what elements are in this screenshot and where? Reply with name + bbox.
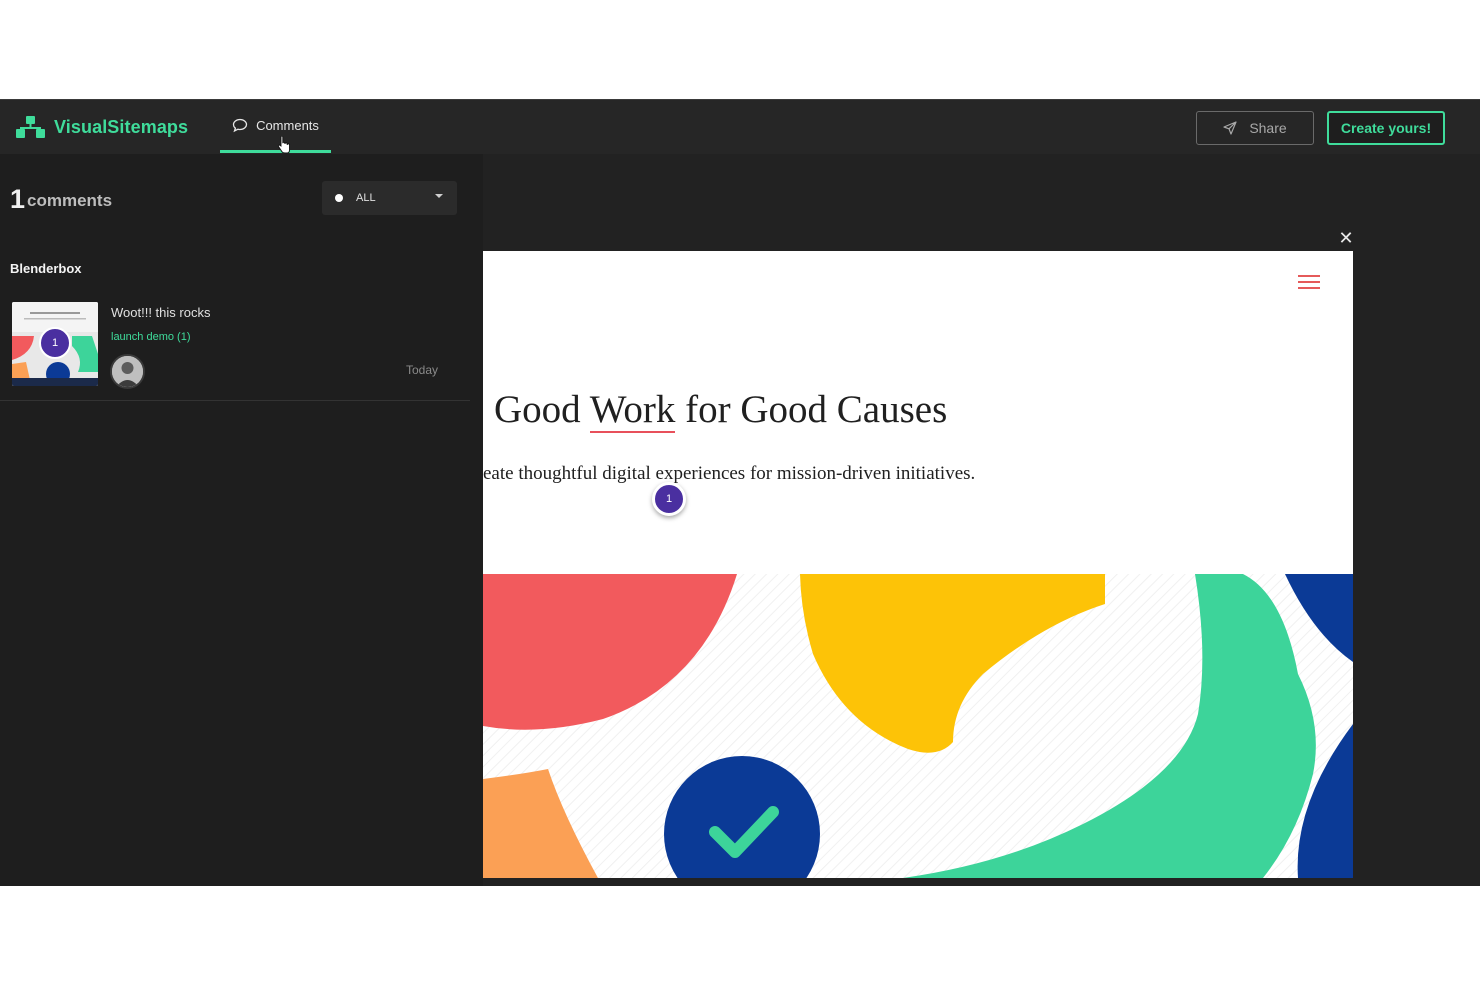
comment-text: Woot!!! this rocks bbox=[111, 305, 211, 320]
hero-illustration bbox=[483, 574, 1353, 878]
filter-selected-value: ALL bbox=[356, 192, 376, 204]
top-bar: VisualSitemaps Comments Share Create you… bbox=[0, 99, 1480, 154]
thumbnail-pin-marker: 1 bbox=[39, 327, 71, 359]
preview-headline: Good Work for Good Causes bbox=[494, 387, 948, 433]
paper-plane-icon bbox=[1223, 121, 1237, 135]
comment-page-link[interactable]: launch demo (1) bbox=[111, 331, 191, 343]
sitemap-logo-icon bbox=[16, 116, 45, 138]
comment-count: 1 bbox=[10, 184, 26, 214]
filter-dot-icon bbox=[335, 194, 343, 202]
page-screenshot-frame[interactable]: Good Work for Good Causes eate thoughtfu… bbox=[483, 251, 1353, 878]
tab-comments-label: Comments bbox=[256, 117, 319, 133]
comment-item[interactable]: 1 Woot!!! this rocks launch demo (1) Tod… bbox=[0, 294, 470, 401]
comment-thumbnail[interactable]: 1 bbox=[12, 302, 98, 386]
close-icon[interactable]: ✕ bbox=[1335, 227, 1357, 249]
page-preview-area: ✕ Good Work for Good Causes eate thought… bbox=[483, 154, 1480, 886]
mouse-cursor-icon bbox=[277, 136, 290, 154]
app-window: VisualSitemaps Comments Share Create you… bbox=[0, 99, 1480, 886]
share-button-label: Share bbox=[1249, 120, 1287, 136]
headline-text-start: Good bbox=[494, 388, 590, 431]
speech-bubble-icon bbox=[232, 118, 248, 132]
create-yours-button[interactable]: Create yours! bbox=[1327, 111, 1445, 145]
chevron-down-icon bbox=[435, 194, 443, 198]
hamburger-menu-icon bbox=[1298, 275, 1320, 289]
brand-logo[interactable]: VisualSitemaps bbox=[16, 113, 188, 141]
avatar bbox=[110, 354, 145, 389]
comment-count-label: comments bbox=[27, 191, 113, 210]
preview-subheadline: eate thoughtful digital experiences for … bbox=[483, 463, 976, 484]
filter-dropdown[interactable]: ALL bbox=[322, 181, 457, 215]
share-button[interactable]: Share bbox=[1196, 111, 1314, 145]
user-avatar-icon bbox=[112, 356, 143, 387]
headline-underlined-word: Work bbox=[589, 388, 676, 433]
group-title: Blenderbox bbox=[10, 261, 82, 276]
comment-timestamp: Today bbox=[406, 363, 439, 377]
tab-comments[interactable]: Comments bbox=[220, 100, 331, 153]
comments-panel: 1 comments ALL Blenderbox 1 Woot!!! this… bbox=[0, 154, 483, 886]
comment-pin-marker[interactable]: 1 bbox=[652, 482, 686, 516]
brand-name: VisualSitemaps bbox=[54, 116, 189, 137]
headline-text-end: for Good Causes bbox=[675, 388, 948, 431]
